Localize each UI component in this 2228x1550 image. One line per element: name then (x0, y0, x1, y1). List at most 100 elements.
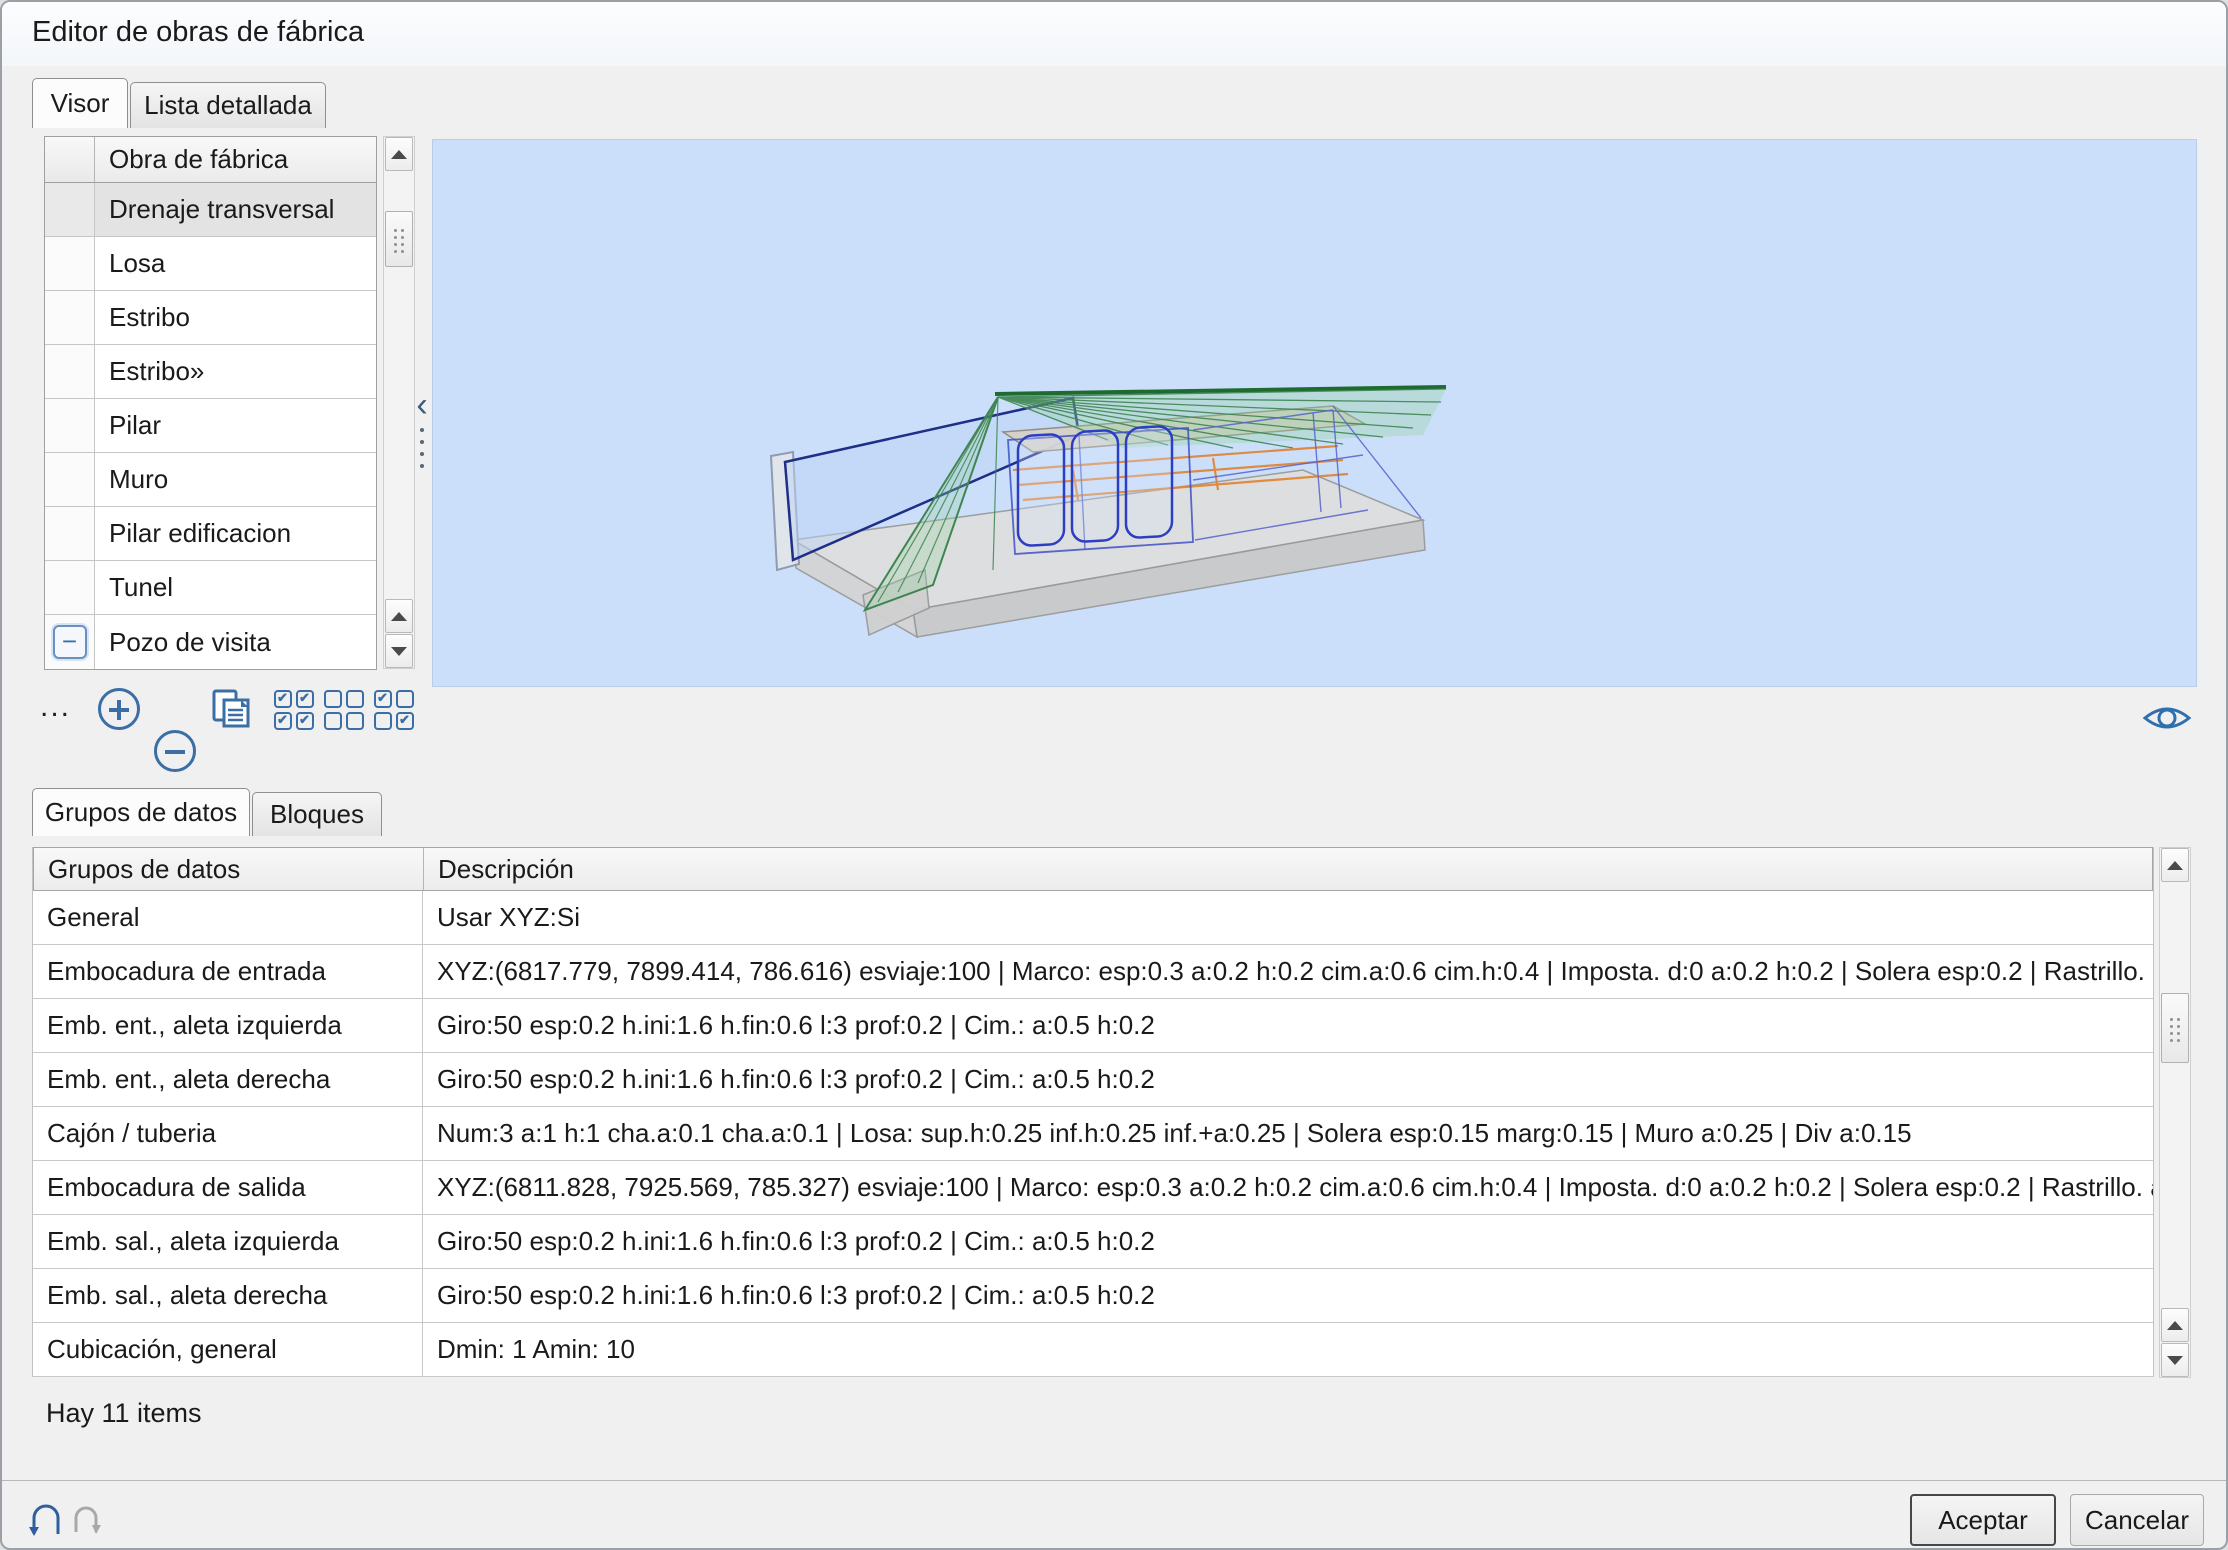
row-selector-cell[interactable] (45, 507, 95, 560)
tab-grupos-label: Grupos de datos (45, 797, 237, 828)
list-item[interactable]: Estribo» (45, 345, 376, 399)
group-name-cell: General (33, 891, 423, 944)
select-all-grid-icon[interactable] (274, 690, 314, 730)
tab-lista-detallada-label: Lista detallada (144, 90, 312, 121)
list-item[interactable]: Muro (45, 453, 376, 507)
table-row[interactable]: Cajón / tuberia Num:3 a:1 h:1 cha.a:0.1 … (33, 1107, 2153, 1161)
table-scrollbar[interactable] (2159, 847, 2191, 1378)
table-scrollbar-thumb[interactable] (2161, 993, 2189, 1063)
description-cell: Usar XYZ:Si (423, 891, 2153, 944)
description-cell: Giro:50 esp:0.2 h.ini:1.6 h.fin:0.6 l:3 … (423, 1269, 2153, 1322)
list-item[interactable]: Drenaje transversal (45, 183, 376, 237)
description-cell: XYZ:(6817.779, 7899.414, 786.616) esviaj… (423, 945, 2153, 998)
row-selector-cell[interactable] (45, 345, 95, 398)
description-cell: Num:3 a:1 h:1 cha.a:0.1 cha.a:0.1 | Losa… (423, 1107, 2153, 1160)
table-row[interactable]: Emb. ent., aleta derecha Giro:50 esp:0.2… (33, 1053, 2153, 1107)
group-name-cell: Embocadura de salida (33, 1161, 423, 1214)
table-row[interactable]: General Usar XYZ:Si (33, 891, 2153, 945)
description-cell: XYZ:(6811.828, 7925.569, 785.327) esviaj… (423, 1161, 2153, 1214)
grip-dots-icon (2170, 1018, 2180, 1038)
list-item-label: Estribo (95, 291, 376, 344)
group-name-cell: Emb. sal., aleta izquierda (33, 1215, 423, 1268)
invert-selection-grid-icon[interactable] (374, 690, 414, 730)
table-row[interactable]: Emb. sal., aleta derecha Giro:50 esp:0.2… (33, 1269, 2153, 1323)
row-selector-cell[interactable] (45, 561, 95, 614)
table-row[interactable]: Cubicación, general Dmin: 1 Amin: 10 (33, 1323, 2153, 1377)
row-selector-cell[interactable] (45, 615, 95, 669)
down-arrow-icon (2167, 1356, 2183, 1365)
up-arrow-icon (2167, 1321, 2183, 1330)
tab-bloques[interactable]: Bloques (252, 792, 382, 836)
splitter-dots-icon (420, 428, 424, 432)
scroll-up-button[interactable] (385, 137, 413, 171)
select-none-grid-icon[interactable] (324, 690, 364, 730)
footer-divider (2, 1480, 2226, 1481)
cancel-button[interactable]: Cancelar (2070, 1494, 2204, 1546)
add-circle-icon[interactable] (98, 688, 140, 730)
list-item[interactable]: Pilar edificacion (45, 507, 376, 561)
more-options-button[interactable]: ... (40, 690, 71, 724)
tab-grupos-de-datos[interactable]: Grupos de datos (32, 788, 250, 836)
group-name-cell: Cajón / tuberia (33, 1107, 423, 1160)
row-selector-cell[interactable] (45, 291, 95, 344)
list-item-label: Pilar (95, 399, 376, 452)
row-selector-cell[interactable] (45, 237, 95, 290)
copy-icon[interactable] (210, 688, 256, 732)
tab-visor[interactable]: Visor (32, 78, 128, 128)
row-selector-cell[interactable] (45, 453, 95, 506)
group-name-cell: Emb. ent., aleta derecha (33, 1053, 423, 1106)
up-arrow-icon (2167, 861, 2183, 870)
grip-dots-icon (394, 229, 404, 249)
list-item-label: Pilar edificacion (95, 507, 376, 560)
dialog-title: Editor de obras de fábrica (32, 16, 364, 49)
list-item-label: Muro (95, 453, 376, 506)
list-scrollbar-thumb[interactable] (385, 211, 413, 267)
title-bar: Editor de obras de fábrica (2, 2, 2226, 66)
panel-splitter-handle[interactable]: ‹ (410, 390, 434, 500)
table-row[interactable]: Embocadura de salida XYZ:(6811.828, 7925… (33, 1161, 2153, 1215)
description-cell: Dmin: 1 Amin: 10 (423, 1323, 2153, 1376)
accept-button[interactable]: Aceptar (1910, 1494, 2056, 1546)
group-name-cell: Emb. ent., aleta izquierda (33, 999, 423, 1052)
description-cell: Giro:50 esp:0.2 h.ini:1.6 h.fin:0.6 l:3 … (423, 999, 2153, 1052)
row-selector-cell[interactable] (45, 399, 95, 452)
list-item-label: Tunel (95, 561, 376, 614)
list-item[interactable]: Losa (45, 237, 376, 291)
obra-de-fabrica-grid: Obra de fábrica Drenaje transversal Losa (44, 136, 377, 670)
redo-icon[interactable] (68, 1494, 106, 1543)
tab-lista-detallada[interactable]: Lista detallada (130, 82, 326, 128)
list-item[interactable]: Tunel (45, 561, 376, 615)
table-scroll-down-button[interactable] (2161, 1343, 2189, 1377)
list-item-label: Drenaje transversal (95, 183, 376, 236)
column-header-grupos[interactable]: Grupos de datos (34, 848, 424, 890)
visibility-eye-icon[interactable] (2142, 696, 2192, 740)
collapse-minus-icon[interactable] (53, 625, 87, 659)
undo-icon[interactable] (24, 1494, 66, 1547)
status-item-count: Hay 11 items (46, 1398, 202, 1429)
row-selector-header (45, 137, 95, 182)
table-row[interactable]: Embocadura de entrada XYZ:(6817.779, 789… (33, 945, 2153, 999)
up-arrow-icon (391, 150, 407, 159)
table-row[interactable]: Emb. ent., aleta izquierda Giro:50 esp:0… (33, 999, 2153, 1053)
3d-viewport[interactable] (432, 139, 2197, 687)
list-item[interactable]: Pilar (45, 399, 376, 453)
remove-circle-icon[interactable] (154, 730, 196, 772)
table-row[interactable]: Emb. sal., aleta izquierda Giro:50 esp:0… (33, 1215, 2153, 1269)
tab-visor-label: Visor (51, 88, 110, 119)
data-groups-table: Grupos de datos Descripción General Usar… (32, 847, 2154, 1377)
column-header-descripcion[interactable]: Descripción (424, 848, 2152, 890)
scroll-down-button[interactable] (385, 634, 413, 668)
list-item[interactable]: Pozo de visita (45, 615, 376, 669)
obra-grid-header[interactable]: Obra de fábrica (45, 137, 376, 183)
description-cell: Giro:50 esp:0.2 h.ini:1.6 h.fin:0.6 l:3 … (423, 1215, 2153, 1268)
table-scroll-up-button[interactable] (2161, 848, 2189, 882)
row-selector-cell[interactable] (45, 183, 95, 236)
obra-column-header[interactable]: Obra de fábrica (95, 137, 376, 182)
culvert-3d-model (433, 140, 2197, 687)
table-body: General Usar XYZ:Si Embocadura de entrad… (33, 891, 2153, 1377)
table-scroll-up-button-2[interactable] (2161, 1308, 2189, 1342)
scroll-up-button-2[interactable] (385, 599, 413, 633)
list-item[interactable]: Estribo (45, 291, 376, 345)
cancel-button-label: Cancelar (2085, 1505, 2189, 1536)
obra-grid-body: Drenaje transversal Losa Estribo (45, 183, 376, 669)
